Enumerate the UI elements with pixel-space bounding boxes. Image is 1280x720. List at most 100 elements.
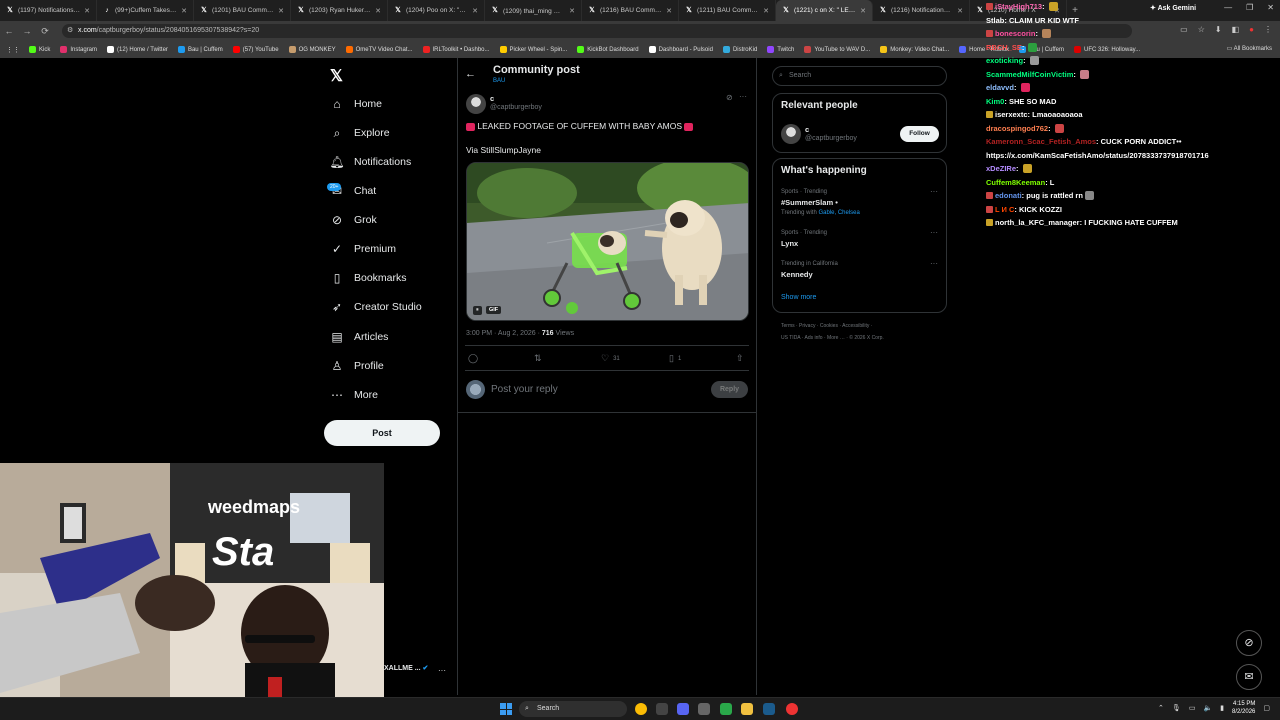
post-more-icon[interactable]: ··· bbox=[739, 92, 747, 101]
windows-start-icon[interactable] bbox=[500, 703, 512, 715]
chat-username[interactable]: xDeZIRe bbox=[986, 164, 1016, 173]
browser-tab[interactable]: 𝕏 (1216) BAU Community ✕ bbox=[582, 0, 679, 21]
chat-username[interactable]: north_la_KFC_manager bbox=[995, 218, 1080, 227]
browser-tab[interactable]: ♪ (99+)Cuffem Takes Brea ✕ bbox=[97, 0, 194, 21]
pause-icon[interactable]: ⏸ bbox=[473, 306, 482, 315]
bookmark-action[interactable]: ▯ 1 bbox=[669, 353, 681, 364]
browser-tab[interactable]: 𝕏 (1197) Notifications / X ✕ bbox=[0, 0, 97, 21]
browser-tab[interactable]: 𝕏 (1211) BAU Community ✕ bbox=[679, 0, 776, 21]
reply-action[interactable]: ◯ bbox=[468, 353, 478, 364]
sidebar-item-more[interactable]: ⋯ More bbox=[330, 388, 378, 402]
footer-links[interactable]: Terms · Privacy · Cookies · Accessibilit… bbox=[781, 323, 872, 329]
post-button[interactable]: Post bbox=[324, 420, 440, 446]
sidebar-item-profile[interactable]: ♙ Profile bbox=[330, 359, 384, 373]
reload-icon[interactable]: ⟳ bbox=[36, 26, 54, 37]
chat-username[interactable]: Kameronn_Scac_Fetish_Amos bbox=[986, 137, 1096, 146]
repost-action[interactable]: ⇅ bbox=[534, 353, 542, 364]
sidebar-item-premium[interactable]: ✓ Premium bbox=[330, 242, 396, 256]
bookmark-item[interactable]: KickBot Dashboard bbox=[572, 46, 643, 53]
chat-username[interactable]: RBCH_SE bbox=[986, 43, 1022, 52]
volume-icon[interactable]: 🔈 bbox=[1203, 704, 1212, 712]
discord-app-icon[interactable] bbox=[677, 703, 689, 715]
chrome-app-icon[interactable] bbox=[635, 703, 647, 715]
network-icon[interactable]: ▭ bbox=[1189, 704, 1196, 712]
relevant-handle[interactable]: @captburgerboy bbox=[805, 135, 857, 142]
trend-more-icon[interactable]: ··· bbox=[930, 228, 938, 237]
grok-icon[interactable]: ⊘ bbox=[726, 93, 733, 102]
bookmark-item[interactable]: Dashboard - Pulsoid bbox=[644, 46, 718, 53]
taskbar-search-input[interactable]: ⌕ Search bbox=[519, 701, 627, 717]
chat-username[interactable]: dracospingod762 bbox=[986, 124, 1048, 133]
like-action[interactable]: ♡ 31 bbox=[601, 353, 620, 364]
notifications-icon[interactable]: ▢ bbox=[1263, 704, 1270, 712]
reply-button[interactable]: Reply bbox=[711, 381, 748, 398]
browser-tab[interactable]: 𝕏 (1203) Ryan Hukery on ✕ bbox=[291, 0, 388, 21]
site-info-icon[interactable]: ⚙ bbox=[67, 24, 73, 38]
author-avatar[interactable] bbox=[466, 94, 486, 114]
bookmark-item[interactable]: (57) YouTube bbox=[228, 46, 284, 53]
bookmark-item[interactable]: Bau | Cuffem bbox=[173, 46, 228, 53]
grok-float-icon[interactable]: ⊘ bbox=[1236, 630, 1262, 656]
bookmark-item[interactable]: OG MONKEY bbox=[284, 46, 341, 53]
sidebar-item-bookmarks[interactable]: ▯ Bookmarks bbox=[330, 271, 407, 285]
show-more-link[interactable]: Show more bbox=[781, 294, 816, 301]
media-app-icon[interactable] bbox=[698, 703, 710, 715]
folder-app-icon[interactable] bbox=[741, 703, 753, 715]
close-tab-icon[interactable]: ✕ bbox=[569, 7, 575, 15]
trend-more-icon[interactable]: ··· bbox=[930, 259, 938, 268]
chat-username[interactable]: iStayHigh713 bbox=[995, 2, 1042, 11]
sidebar-item-creator-studio[interactable]: ➶ Creator Studio bbox=[330, 300, 422, 314]
sidebar-item-notifications[interactable]: 🔔︎ Notifications bbox=[329, 155, 411, 169]
bookmark-item[interactable]: DistroKid bbox=[718, 46, 762, 53]
community-link[interactable]: BAU bbox=[493, 78, 505, 84]
url-input[interactable]: ⚙ x.com/captburgerboy/status/208405169530… bbox=[62, 24, 1132, 38]
footer-links-2[interactable]: US TIDA · Ads info · More … · © 2026 X C… bbox=[781, 335, 884, 341]
sidebar-item-home[interactable]: ⌂ Home bbox=[330, 97, 382, 111]
back-arrow-icon[interactable]: ← bbox=[465, 68, 476, 80]
share-action[interactable]: ⇧ bbox=[736, 353, 744, 364]
forward-icon[interactable]: → bbox=[18, 26, 36, 36]
close-tab-icon[interactable]: ✕ bbox=[181, 7, 187, 15]
close-tab-icon[interactable]: ✕ bbox=[375, 7, 381, 15]
author-name[interactable]: c bbox=[490, 94, 494, 103]
bookmark-item[interactable]: Monkey: Video Chat... bbox=[875, 46, 954, 53]
close-tab-icon[interactable]: ✕ bbox=[860, 7, 866, 15]
close-tab-icon[interactable]: ✕ bbox=[763, 7, 769, 15]
sidebar-item-grok[interactable]: ⊘ Grok bbox=[330, 213, 377, 227]
trend-more-icon[interactable]: ··· bbox=[930, 187, 938, 196]
sidebar-item-articles[interactable]: ▤ Articles bbox=[330, 330, 388, 344]
chat-username[interactable]: Kim0 bbox=[986, 97, 1004, 106]
chat-username[interactable]: Stlab bbox=[986, 16, 1004, 25]
chat-username[interactable]: Cuffem8Keeman bbox=[986, 178, 1045, 187]
browser-tab[interactable]: 𝕏 (1204) Poo on X: "http ✕ bbox=[388, 0, 485, 21]
relevant-name[interactable]: c bbox=[805, 125, 809, 134]
bookmark-item[interactable]: IRLToolkit • Dashbo... bbox=[418, 46, 495, 53]
clock[interactable]: 4:15 PM 8/2/2026 bbox=[1232, 700, 1255, 716]
x-logo-icon[interactable]: 𝕏 bbox=[330, 66, 343, 86]
chat-username[interactable]: L И C bbox=[995, 205, 1014, 214]
chat-username[interactable]: iserxextc bbox=[995, 110, 1028, 119]
bookmark-item[interactable]: Kick bbox=[24, 46, 55, 53]
close-tab-icon[interactable]: ✕ bbox=[84, 7, 90, 15]
close-tab-icon[interactable]: ✕ bbox=[472, 7, 478, 15]
author-handle[interactable]: @captburgerboy bbox=[490, 104, 542, 111]
close-tab-icon[interactable]: ✕ bbox=[666, 7, 672, 15]
chrome-2-app-icon[interactable] bbox=[786, 703, 798, 715]
browser-tab[interactable]: 𝕏 (1221) c on X: " LEAK ✕ bbox=[776, 0, 873, 21]
bookmark-item[interactable]: OmeTV Video Chat... bbox=[341, 46, 418, 53]
close-tab-icon[interactable]: ✕ bbox=[278, 7, 284, 15]
mic-icon[interactable]: 🎙 bbox=[1172, 704, 1181, 712]
bookmark-item[interactable]: Twitch bbox=[762, 46, 799, 53]
chat-username[interactable]: ScammedMilfCoinVictim bbox=[986, 70, 1073, 79]
chat-username[interactable]: exoticking bbox=[986, 56, 1023, 65]
browser-tab[interactable]: 𝕏 (1201) BAU Community ✕ bbox=[194, 0, 291, 21]
bookmark-item[interactable]: YouTube to WAV D... bbox=[799, 46, 875, 53]
app-green-app-icon[interactable] bbox=[720, 703, 732, 715]
follow-button[interactable]: Follow bbox=[900, 126, 939, 142]
trend-with-links[interactable]: Gable, Chelsea bbox=[818, 210, 859, 216]
battery-icon[interactable]: ▮ bbox=[1220, 704, 1224, 712]
post-timestamp[interactable]: 3:00 PM · Aug 2, 2026 · bbox=[466, 330, 540, 337]
bookmark-item[interactable]: Picker Wheel - Spin... bbox=[495, 46, 573, 53]
chat-username[interactable]: eldavvd bbox=[986, 83, 1014, 92]
browser-tab[interactable]: 𝕏 (1216) Notifications / X ✕ bbox=[873, 0, 970, 21]
